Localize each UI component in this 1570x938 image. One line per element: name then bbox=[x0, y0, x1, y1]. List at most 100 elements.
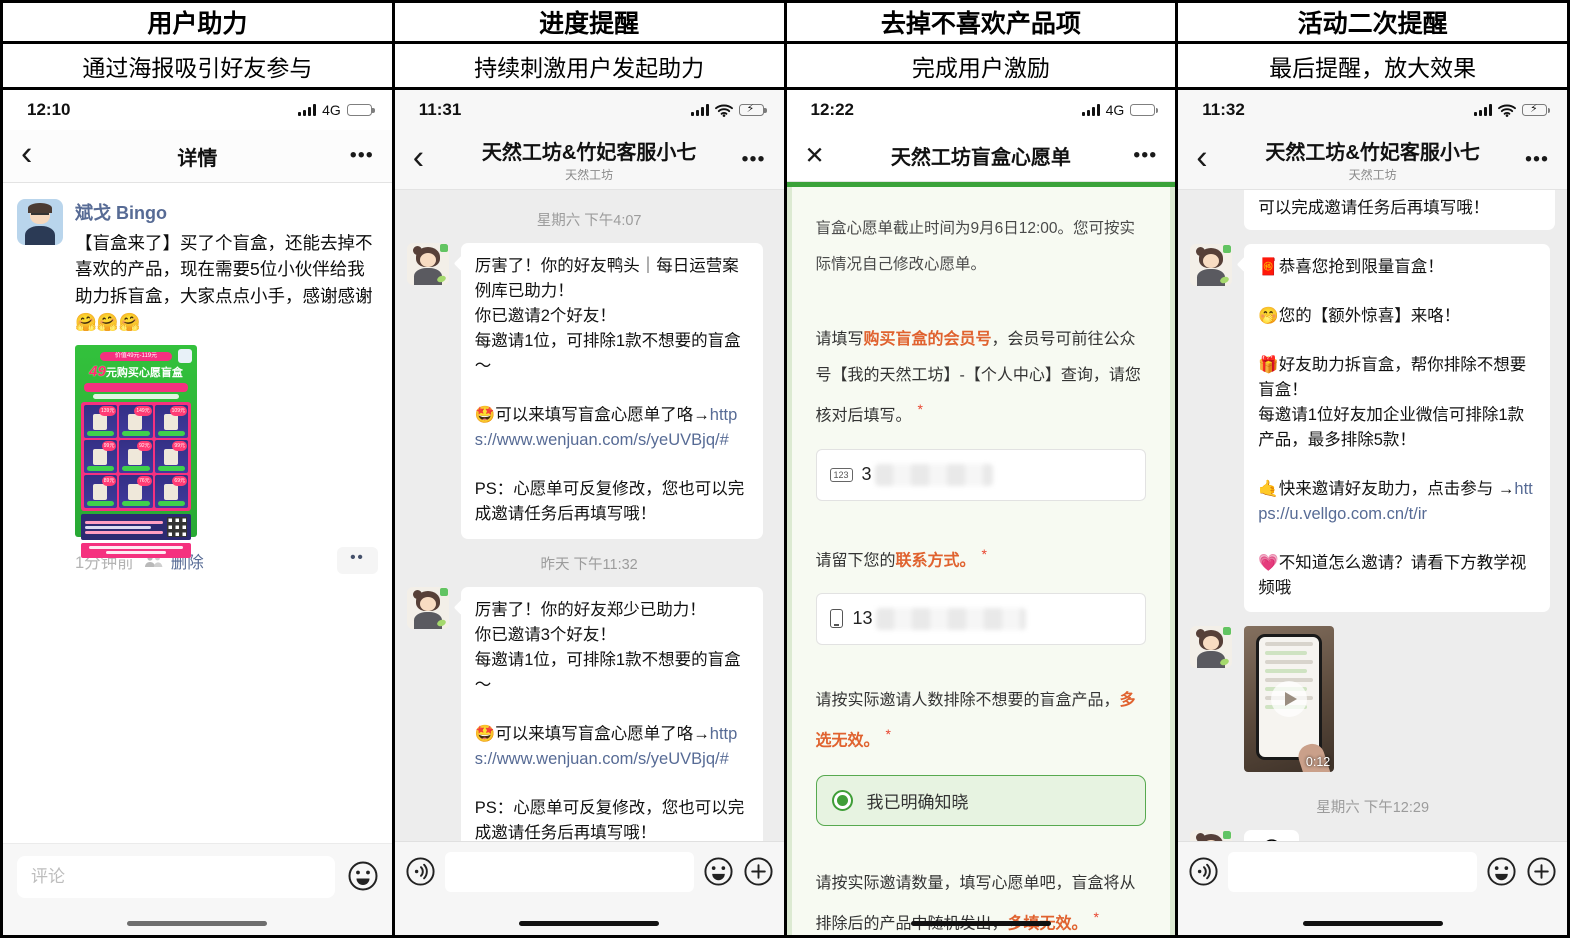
question-member-id: 请填写购买盲盒的会员号，会员号可前往公众号【我的天然工坊】-【个人中心】查询，请… bbox=[815, 331, 1141, 425]
home-indicator[interactable] bbox=[519, 921, 660, 926]
voice-icon[interactable] bbox=[1188, 856, 1219, 887]
avatar[interactable] bbox=[406, 586, 449, 629]
blindbox-poster-image[interactable]: 价值49元-119元 49元购买心愿盲盒 139元 149元 109元 99元 … bbox=[75, 345, 197, 558]
nav-bar: ✕ 天然工坊盲盒心愿单 ••• bbox=[786, 130, 1176, 182]
required-asterisk: * bbox=[1093, 909, 1099, 926]
avatar[interactable] bbox=[406, 243, 449, 285]
play-icon[interactable] bbox=[1271, 681, 1308, 718]
emoji-icon[interactable] bbox=[347, 860, 378, 891]
signal-icon bbox=[690, 104, 709, 116]
battery-charging-icon: ⚡ bbox=[738, 103, 767, 116]
question-contact: 请留下您的联系方式。 * bbox=[815, 545, 987, 569]
comment-input[interactable] bbox=[17, 856, 335, 898]
page-title: 详情 bbox=[177, 147, 218, 170]
poster-product: 139元 bbox=[84, 405, 118, 438]
column-progress-reminder: 进度提醒 持续刺激用户发起助力 11:31 ⚡ ‹ 天然工坊&竹妃客服小七 天然… bbox=[394, 3, 784, 935]
phone-chat-progress: 11:31 ⚡ ‹ 天然工坊&竹妃客服小七 天然工坊 ••• 星期六 下午4:0… bbox=[394, 90, 784, 935]
message-bubble: 厉害了！你的好友鸭头｜每日运营案例库已助力！ 你已邀请2个好友！ 每邀请1位，可… bbox=[460, 243, 763, 539]
column-title: 进度提醒 bbox=[394, 3, 784, 44]
network-label: 4G bbox=[322, 102, 341, 118]
column-subtitle: 最后提醒，放大效果 bbox=[1178, 44, 1567, 90]
tutorial-video-thumbnail[interactable]: 0:12 bbox=[1244, 626, 1335, 773]
emoji-icon[interactable] bbox=[1486, 856, 1517, 887]
chat-timestamp: 星期六 下午12:29 bbox=[1316, 800, 1430, 817]
chat-title: 天然工坊&竹妃客服小七 bbox=[481, 142, 697, 164]
radio-selected-icon bbox=[831, 790, 853, 812]
post-author[interactable]: 斌戈 Bingo bbox=[75, 199, 378, 225]
chat-message: 🧧恭喜您抢到限量盲盒！ 🤭您的【额外惊喜】来咯！ 🎁好友助力拆盲盒，帮你排除不想… bbox=[1190, 244, 1555, 613]
home-indicator[interactable] bbox=[910, 921, 1051, 926]
battery-charging-icon: ⚡ bbox=[1522, 103, 1550, 116]
poster-subbanner bbox=[93, 394, 179, 399]
status-time: 11:31 bbox=[418, 100, 462, 119]
chat-subtitle: 天然工坊 bbox=[565, 168, 614, 182]
column-user-boost: 用户助力 通过海报吸引好友参与 12:10 4G ‹ 详情 ••• 斌戈 Bin… bbox=[3, 3, 392, 935]
poster-title: 49元购买心愿盲盒 bbox=[89, 363, 183, 380]
phone-wishlist-form: 12:22 4G ✕ 天然工坊盲盒心愿单 ••• 盲盒心愿单截止时间为9月6日1… bbox=[786, 90, 1176, 935]
moments-post: 斌戈 Bingo 【盲盒来了】买了个盲盒，还能去掉不喜欢的产品，现在需要5位小伙… bbox=[17, 199, 378, 574]
post-text: 【盲盒来了】买了个盲盒，还能去掉不喜欢的产品，现在需要5位小伙伴给我助力拆盲盒，… bbox=[75, 233, 373, 332]
redacted-value bbox=[874, 463, 993, 486]
status-bar: 12:22 4G bbox=[787, 90, 1176, 130]
contact-value: 13 bbox=[852, 608, 873, 629]
chat-subtitle: 天然工坊 bbox=[1348, 168, 1397, 182]
more-icon[interactable]: ••• bbox=[1525, 148, 1549, 171]
more-icon[interactable]: ••• bbox=[741, 148, 765, 171]
column-title: 活动二次提醒 bbox=[1178, 3, 1567, 44]
avatar[interactable] bbox=[1190, 626, 1233, 669]
poster-qr-section bbox=[81, 514, 191, 540]
chat-area: 可以完成邀请任务后再填写哦！ 🧧恭喜您抢到限量盲盒！ 🤭您的【额外惊喜】来咯！ … bbox=[1178, 190, 1567, 935]
redacted-value bbox=[875, 607, 1026, 630]
chat-area: 星期六 下午4:07 厉害了！你的好友鸭头｜每日运营案例库已助力！ 你已邀请2个… bbox=[394, 190, 784, 935]
back-icon[interactable]: ‹ bbox=[413, 140, 424, 174]
required-asterisk: * bbox=[981, 545, 987, 562]
member-id-value: 3 bbox=[861, 464, 872, 485]
close-icon[interactable]: ✕ bbox=[805, 141, 825, 170]
back-icon[interactable]: ‹ bbox=[1196, 140, 1207, 174]
numeric-keyboard-icon: 123 bbox=[829, 467, 853, 482]
status-time: 11:32 bbox=[1202, 100, 1245, 119]
chat-input[interactable] bbox=[444, 852, 694, 892]
form-page: 盲盒心愿单截止时间为9月6日12:00。您可按实际情况自己修改心愿单。 请填写购… bbox=[786, 187, 1176, 935]
home-indicator[interactable] bbox=[127, 921, 268, 926]
poster-avatar bbox=[178, 349, 192, 363]
comparison-table: 用户助力 通过海报吸引好友参与 12:10 4G ‹ 详情 ••• 斌戈 Bin… bbox=[0, 0, 1570, 938]
form-title: 天然工坊盲盒心愿单 bbox=[890, 147, 1071, 169]
acknowledge-option[interactable]: 我已明确知晓 bbox=[815, 775, 1147, 827]
status-bar: 11:32 ⚡ bbox=[1178, 90, 1567, 130]
signal-icon bbox=[298, 104, 317, 116]
chat-title: 天然工坊&竹妃客服小七 bbox=[1265, 142, 1480, 164]
member-id-input[interactable]: 123 3 bbox=[815, 448, 1147, 501]
status-time: 12:22 bbox=[810, 100, 854, 119]
comment-dots-button[interactable]: •• bbox=[337, 547, 378, 574]
back-icon[interactable]: ‹ bbox=[21, 136, 32, 170]
nav-bar: ‹ 天然工坊&竹妃客服小七 天然工坊 ••• bbox=[394, 130, 784, 190]
column-exclude-products: 去掉不喜欢产品项 完成用户激励 12:22 4G ✕ 天然工坊盲盒心愿单 •••… bbox=[786, 3, 1176, 935]
message-bubble: 🧧恭喜您抢到限量盲盒！ 🤭您的【额外惊喜】来咯！ 🎁好友助力拆盲盒，帮你排除不想… bbox=[1244, 244, 1551, 613]
plus-icon[interactable] bbox=[743, 856, 774, 887]
more-icon[interactable]: ••• bbox=[1133, 144, 1157, 167]
network-label: 4G bbox=[1105, 102, 1125, 118]
emoji-icon[interactable] bbox=[703, 856, 734, 887]
message-bubble: 厉害了！你的好友郑少已助力！ 你已邀请3个好友！ 每邀请1位，可排除1款不想要的… bbox=[460, 586, 763, 858]
contact-input[interactable]: 13 bbox=[815, 592, 1147, 645]
chat-input[interactable] bbox=[1228, 852, 1477, 892]
chat-message: 厉害了！你的好友鸭头｜每日运营案例库已助力！ 你已邀请2个好友！ 每邀请1位，可… bbox=[406, 243, 772, 539]
wifi-icon bbox=[714, 104, 733, 117]
chat-message-video: 0:12 bbox=[1190, 626, 1555, 773]
poster-product: 69元 bbox=[154, 475, 188, 508]
phone-icon bbox=[829, 609, 843, 629]
column-title: 用户助力 bbox=[3, 3, 392, 44]
poster-footer bbox=[81, 543, 191, 558]
avatar[interactable] bbox=[1190, 244, 1233, 286]
status-bar: 11:31 ⚡ bbox=[394, 90, 784, 130]
phone-moments-detail: 12:10 4G ‹ 详情 ••• 斌戈 Bingo 【盲盒来了】买了个盲盒，还… bbox=[3, 90, 392, 935]
voice-icon[interactable] bbox=[405, 856, 436, 887]
home-indicator[interactable] bbox=[1302, 921, 1443, 926]
avatar[interactable] bbox=[17, 199, 63, 245]
signal-icon bbox=[1081, 104, 1100, 116]
poster-product: 149元 bbox=[119, 405, 153, 438]
plus-icon[interactable] bbox=[1526, 856, 1557, 887]
more-icon[interactable]: ••• bbox=[350, 145, 374, 168]
column-subtitle: 完成用户激励 bbox=[786, 44, 1176, 90]
